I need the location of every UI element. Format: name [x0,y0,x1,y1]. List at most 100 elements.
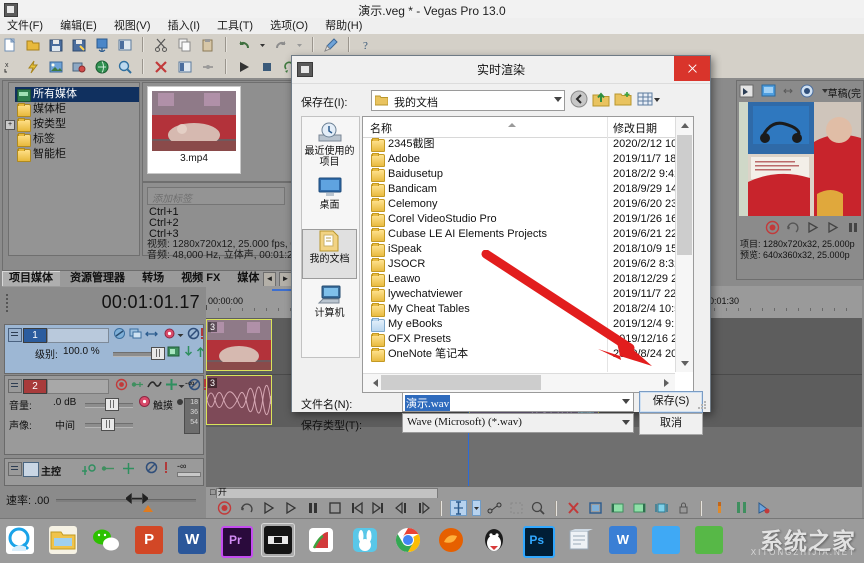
tree-item-media-bins[interactable]: 媒体柜 [15,102,139,117]
track-header-audio-2[interactable]: 2 音量: .0 dB 触摸 声像: 中间 18 36 54 -∞ [4,375,206,455]
save-project-icon[interactable] [47,36,65,54]
track-motion-icon[interactable] [129,327,142,340]
winrar-icon[interactable] [305,524,337,556]
wechat-icon[interactable] [90,524,122,556]
track2-automation-dot-icon[interactable] [177,399,183,405]
file-list-rows[interactable]: 2345截图 2020/2/12 10:51 Adobe 2019/11/7 18:… [363,137,675,372]
stop-icon[interactable] [326,500,343,516]
track-name-input[interactable] [47,379,109,394]
save-type-combobox[interactable]: Wave (Microsoft) (*.wav) [402,413,634,433]
views-icon[interactable] [635,89,655,109]
tab-video-fx[interactable]: 视频 FX [174,271,227,286]
file-list[interactable]: 名称 修改日期 2345截图 2020/2/12 10:51 Adobe 2019/… [362,116,694,393]
menu-item-help[interactable]: 帮助(H) [318,18,369,34]
file-name-input[interactable]: 演示.wav [402,392,634,412]
preview-quality-icon[interactable] [799,83,816,99]
paste-icon[interactable] [199,36,217,54]
list-item[interactable]: Corel VideoStudio Pro 2019/1/26 16:36 [363,212,675,227]
create-new-folder-icon[interactable] [613,89,633,109]
list-item[interactable]: OneNote 笔记本 2019/8/24 20:40 [363,347,675,362]
scroll-thumb[interactable] [677,135,692,255]
save-as-icon[interactable] [70,36,88,54]
tab-scroll-left-button[interactable]: ◄ [262,272,276,287]
render-as-icon[interactable] [93,36,111,54]
look-in-combobox[interactable]: 我的文档 [371,90,565,111]
tree-item-by-type[interactable]: + 按类型 [5,117,139,132]
close-icon[interactable] [674,56,710,81]
cut-icon[interactable] [152,36,170,54]
notepad-icon[interactable] [564,524,596,556]
media-generator-icon[interactable] [47,58,65,76]
record-icon[interactable] [216,500,233,516]
video-fx-icon[interactable] [70,58,88,76]
photoshop-icon[interactable]: Ps [521,524,555,558]
list-item[interactable]: Celemony 2019/6/20 23:57 [363,197,675,212]
scroll-up-button[interactable] [676,117,693,134]
envelope-icon[interactable] [199,58,217,76]
loop-region-icon[interactable] [653,500,670,516]
snapping-icon[interactable] [755,500,772,516]
track-automation-icon[interactable] [163,327,176,340]
loop-playback-icon[interactable] [238,500,255,516]
mute-icon[interactable] [145,461,158,474]
vegas-pro-icon[interactable] [262,524,295,556]
track-automation-icon[interactable] [165,378,178,391]
track-fx-icon[interactable] [113,327,126,340]
redo-icon[interactable] [272,36,290,54]
track-input-icon[interactable] [131,378,144,391]
track-automation-dropdown-icon[interactable] [178,381,185,394]
project-properties-icon[interactable] [116,36,134,54]
properties-icon[interactable] [176,58,194,76]
selection-edit-tool-icon[interactable] [508,500,525,516]
delete-icon[interactable] [152,58,170,76]
up-one-level-icon[interactable] [591,89,611,109]
rabbit-tool-icon[interactable] [349,524,381,556]
list-item[interactable]: Baidusetup 2018/2/2 9:42 [363,167,675,182]
expand-toggle-icon[interactable]: + [5,120,15,130]
auto-ripple-icon[interactable] [24,58,42,76]
list-item[interactable]: 2345截图 2020/2/12 10:51 [363,137,675,152]
playback-rate-handle[interactable] [124,493,150,504]
record-icon[interactable] [765,220,780,235]
master-fx-icon[interactable] [81,462,96,475]
chevron-down-icon[interactable] [554,97,562,102]
play-from-start-icon[interactable] [260,500,277,516]
track-minimize-icon[interactable] [8,328,22,342]
media-preview-icon[interactable] [116,58,134,76]
marker-icon[interactable] [711,500,728,516]
track-number[interactable]: 1 [23,328,47,343]
back-icon[interactable] [569,89,589,109]
column-header-modified[interactable]: 修改日期 [613,120,657,136]
tree-item-all-media[interactable]: 所有媒体 [15,87,139,102]
compositing-mode-icon[interactable] [167,345,180,358]
track-compositing-icon[interactable] [145,328,158,341]
track2-audio-meter[interactable]: 18 36 54 [184,398,200,434]
place-computer[interactable]: 计算机 [302,283,357,333]
play-icon[interactable] [282,500,299,516]
file-list-horizontal-scrollbar[interactable] [363,373,675,392]
track-name-input[interactable] [47,328,109,343]
delete-icon[interactable] [565,500,582,516]
menu-item-view[interactable]: 视图(V) [107,18,158,34]
track2-volume-value[interactable]: .0 dB [53,397,76,408]
place-recent-items[interactable]: 最近使用的项目 [302,121,357,171]
pause-icon[interactable] [304,500,321,516]
media-pool-tree[interactable]: 所有媒体 媒体柜 + 按类型 标签 智能柜 [5,82,140,256]
trim-icon[interactable]: x [1,58,19,76]
loop-icon[interactable] [785,220,800,235]
media-item-3mp4[interactable]: 3.mp4 [147,86,241,174]
play-icon[interactable] [825,220,840,235]
previous-frame-icon[interactable] [393,500,410,516]
list-item[interactable]: Bandicam 2018/9/29 14:58 [363,182,675,197]
envelope-edit-tool-icon[interactable] [486,500,503,516]
place-desktop[interactable]: 桌面 [302,175,357,225]
track-header-master[interactable]: 主控 -∞ [4,458,204,486]
realtime-render-save-dialog[interactable]: 实时渲染 保存在(I): 我的文档 最近使用的项目 桌面 我的文档 计算机 名称… [291,55,711,435]
tree-item-tags[interactable]: 标签 [15,132,139,147]
column-header-name[interactable]: 名称 [370,120,392,136]
crop-icon[interactable] [587,500,604,516]
solo-icon[interactable] [162,461,175,474]
undo-icon[interactable] [235,36,253,54]
menu-item-edit[interactable]: 编辑(E) [53,18,104,34]
scroll-right-button[interactable] [658,374,675,391]
